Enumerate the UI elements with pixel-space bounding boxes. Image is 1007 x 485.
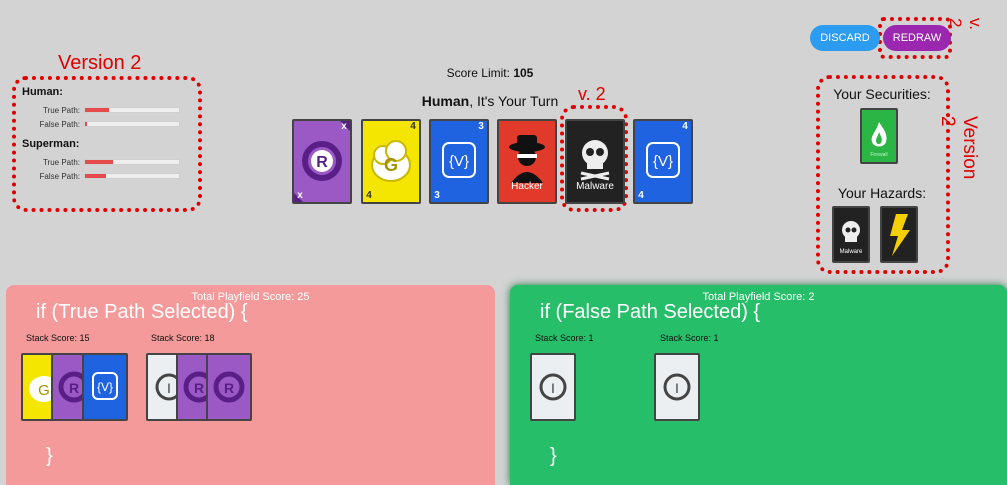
card-corner-value: x <box>297 190 303 201</box>
turn-indicator: Human, It's Your Turn <box>380 93 600 109</box>
hand-card-malware[interactable]: Malware <box>565 119 625 204</box>
card-label: Malware <box>576 181 614 192</box>
stack-score: Stack Score: 1 <box>535 333 594 343</box>
false-path-bar <box>84 173 180 179</box>
stack-card-variable[interactable]: {V} <box>82 353 128 421</box>
true-path-bar <box>84 159 180 165</box>
card-corner-value: 4 <box>366 190 372 201</box>
svg-text:{V}: {V} <box>449 153 469 170</box>
score-limit: Score Limit: 105 <box>400 66 580 80</box>
closing-brace: } <box>46 445 53 467</box>
true-path-row: True Path: <box>22 104 192 116</box>
true-path-fill <box>85 160 114 164</box>
stack-score: Stack Score: 15 <box>26 333 90 343</box>
svg-text:I: I <box>167 380 171 396</box>
hand-card-hacker[interactable]: Hacker <box>497 119 557 204</box>
discard-button[interactable]: DISCARD <box>810 25 880 51</box>
annotation-version2-left: Version 2 <box>58 52 142 74</box>
false-path-playfield: Total Playfield Score: 2 if (False Path … <box>510 285 1007 485</box>
hazards-title: Your Hazards: <box>837 185 927 201</box>
svg-text:{V}: {V} <box>97 380 113 394</box>
false-path-fill <box>85 122 87 126</box>
player-name: Superman: <box>22 138 80 150</box>
condition-text: if (False Path Selected) { <box>540 301 761 323</box>
closing-brace: } <box>550 445 557 467</box>
svg-text:{V}: {V} <box>653 153 673 170</box>
true-path-label: True Path: <box>42 157 80 167</box>
card-corner-value: 3 <box>434 190 440 201</box>
svg-text:I: I <box>675 380 679 396</box>
player-progress-panel: Human: True Path: False Path: Superman: … <box>22 86 192 184</box>
player-name: Human: <box>22 86 63 98</box>
variable-icon: {V} <box>92 372 118 400</box>
true-path-bar <box>84 107 180 113</box>
svg-text:R: R <box>224 380 234 396</box>
svg-text:I: I <box>551 380 555 396</box>
card-label: Malware <box>839 249 863 255</box>
hand-card-gateway[interactable]: G 4 4 <box>361 119 421 204</box>
card-corner-value: x <box>341 121 347 132</box>
true-path-label: True Path: <box>42 105 80 115</box>
false-path-row: False Path: <box>22 118 192 130</box>
hand-card-variable[interactable]: {V} 3 3 <box>429 119 489 204</box>
false-path-label: False Path: <box>39 171 80 181</box>
card-corner-value: 4 <box>682 121 688 132</box>
lightning-icon <box>890 214 910 256</box>
card-label: Hacker <box>511 181 543 192</box>
card-corner-value: 4 <box>410 121 416 132</box>
player-human: Human: True Path: False Path: <box>22 86 192 130</box>
stack-score: Stack Score: 1 <box>660 333 719 343</box>
stack-card-info[interactable]: I <box>530 353 576 421</box>
condition-text: if (True Path Selected) { <box>36 301 248 323</box>
reroute-icon: R <box>213 371 245 403</box>
true-path-row: True Path: <box>22 156 192 168</box>
score-limit-value: 105 <box>513 66 534 80</box>
gear-icon: I <box>663 373 691 401</box>
false-path-label: False Path: <box>39 119 80 129</box>
hand-card-reroute[interactable]: R x x <box>292 119 352 204</box>
svg-text:R: R <box>194 380 204 396</box>
gear-icon: I <box>539 373 567 401</box>
redraw-button[interactable]: REDRAW <box>883 25 951 51</box>
true-path-fill <box>85 108 109 112</box>
svg-text:R: R <box>69 380 79 396</box>
hazard-card-malware[interactable]: Malware <box>832 206 870 263</box>
securities-title: Your Securities: <box>833 86 931 102</box>
hazard-card-power[interactable] <box>880 206 918 263</box>
stack-card-info[interactable]: I <box>654 353 700 421</box>
card-label: Firewall <box>870 152 888 158</box>
svg-text:G: G <box>38 382 50 399</box>
turn-player-name: Human <box>421 93 470 109</box>
false-path-bar <box>84 121 180 127</box>
svg-text:R: R <box>316 154 328 171</box>
security-card-firewall[interactable]: Firewall <box>860 108 898 164</box>
false-path-fill <box>85 174 106 178</box>
svg-text:G: G <box>384 155 398 175</box>
stack-score: Stack Score: 18 <box>151 333 215 343</box>
hand-card-variable[interactable]: {V} 4 4 <box>633 119 693 204</box>
player-superman: Superman: True Path: False Path: <box>22 138 192 182</box>
true-path-playfield: Total Playfield Score: 25 if (True Path … <box>6 285 495 485</box>
card-corner-value: 4 <box>638 190 644 201</box>
turn-text: , It's Your Turn <box>469 93 559 109</box>
stack-card-reroute[interactable]: R <box>206 353 252 421</box>
false-path-row: False Path: <box>22 170 192 182</box>
score-limit-label: Score Limit: <box>446 66 510 80</box>
card-corner-value: 3 <box>478 121 484 132</box>
